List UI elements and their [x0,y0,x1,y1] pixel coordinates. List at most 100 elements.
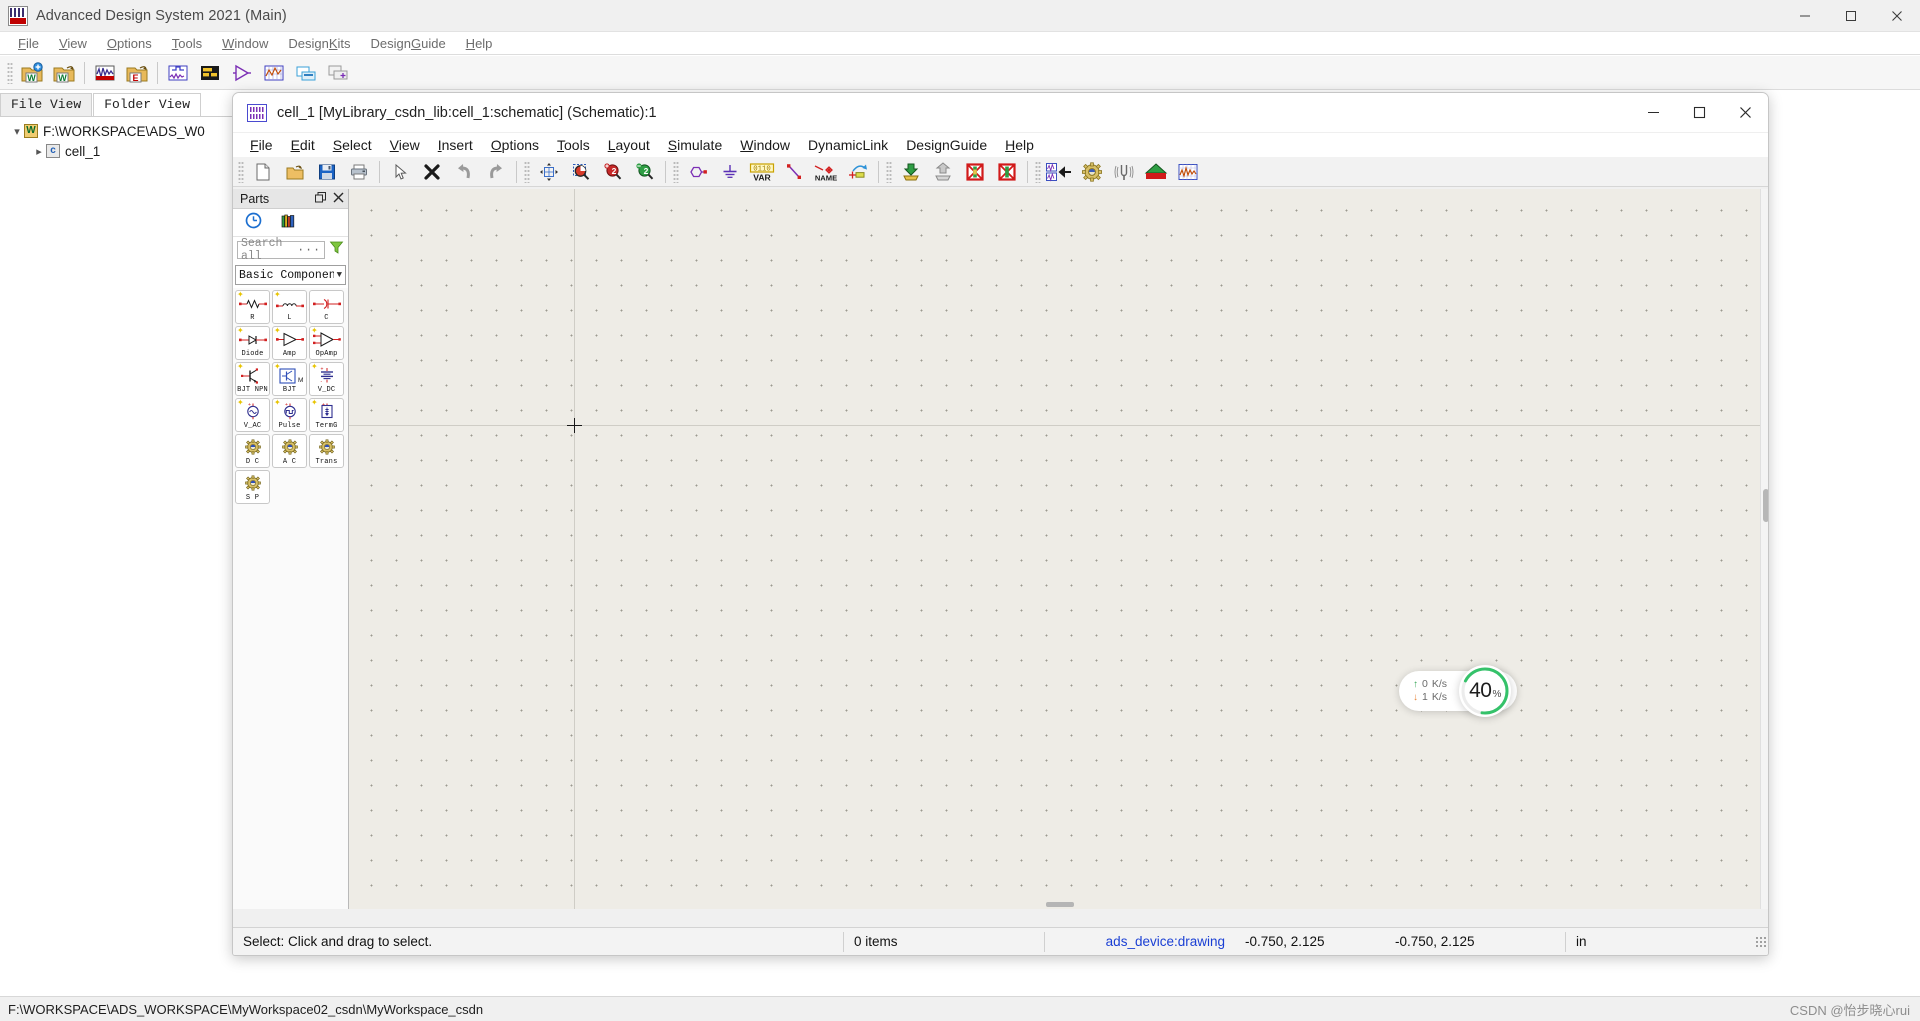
toolbar-grip[interactable] [7,61,13,84]
sch-menu-select[interactable]: Select [324,135,381,155]
tuning-button[interactable] [1109,158,1139,186]
component-category-select[interactable]: Basic Components ▼ [235,265,346,285]
toolbar-grip-1[interactable] [238,160,244,183]
open-button[interactable] [280,158,310,186]
scrollbar-thumb[interactable] [1763,489,1768,522]
tree-item-workspace[interactable]: ▾ W F:\WORKSPACE\ADS_W0 [0,121,232,141]
insert-pin-button[interactable] [843,158,873,186]
schematic-canvas[interactable] [349,189,1768,909]
library-manager-button[interactable] [291,59,321,87]
funnel-icon[interactable] [329,240,344,260]
open-design-button[interactable]: E [122,59,152,87]
part-item-BJT[interactable]: ✦ M BJT [272,362,307,396]
sch-menu-file[interactable]: File [241,135,282,155]
sch-menu-tools[interactable]: Tools [548,135,599,155]
part-item-Trans[interactable]: Trans [309,434,344,468]
toolbar-grip-2[interactable] [524,160,530,183]
part-item-R[interactable]: ✦ R [235,290,270,324]
sch-menu-simulate[interactable]: Simulate [659,135,731,155]
select-arrow-button[interactable] [385,158,415,186]
schematic-maximize-button[interactable] [1676,93,1722,133]
sch-menu-options[interactable]: Options [482,135,548,155]
new-data-display-button[interactable] [259,59,289,87]
close-panel-button[interactable] [333,192,344,206]
pop-out-hierarchy-button[interactable] [928,158,958,186]
search-input[interactable]: Search all ··· [237,237,325,263]
new-ads-ptolemy-button[interactable] [227,59,257,87]
simulate-button[interactable] [1141,158,1171,186]
menu-view[interactable]: View [49,34,97,53]
insert-component-button[interactable] [683,158,713,186]
schematic-close-button[interactable] [1722,93,1768,133]
cpu-usage-widget[interactable]: 40 % [1459,665,1511,717]
close-button[interactable] [1874,0,1920,32]
zoom-pan-button[interactable] [534,158,564,186]
zoom-area-button[interactable] [566,158,596,186]
new-schematic-button[interactable] [90,59,120,87]
part-item-L[interactable]: ✦ L [272,290,307,324]
delete-button[interactable] [417,158,447,186]
part-item-OpAmp[interactable]: ✦ OpAmp [309,326,344,360]
part-item-BJTNPN[interactable]: ✦ BJT NPN [235,362,270,396]
part-item-Pulse[interactable]: ✦ + Pulse [272,398,307,432]
chevron-right-icon[interactable]: ▸ [32,145,46,158]
sch-menu-window[interactable]: Window [731,135,799,155]
activate-button[interactable] [992,158,1022,186]
part-item-AC[interactable]: A C [272,434,307,468]
sch-menu-dynamiclink[interactable]: DynamicLink [799,135,897,155]
open-workspace-button[interactable]: W [49,59,79,87]
menu-help[interactable]: Help [456,34,503,53]
new-symbol-button[interactable] [195,59,225,87]
menu-tools[interactable]: Tools [162,34,212,53]
schematic-canvas-area[interactable] [349,189,1768,909]
sch-menu-insert[interactable]: Insert [429,135,482,155]
push-into-hierarchy-button[interactable] [896,158,926,186]
chevron-down-icon[interactable]: ▾ [10,125,24,138]
zoom-out-button[interactable]: 2 [630,158,660,186]
redo-button[interactable] [481,158,511,186]
float-panel-button[interactable] [315,191,326,206]
toolbar-grip-4[interactable] [886,160,892,183]
tab-folder-view[interactable]: Folder View [93,93,202,116]
minimize-button[interactable] [1782,0,1828,32]
data-display-button[interactable] [1173,158,1203,186]
menu-designkits[interactable]: DesignKits [278,34,360,53]
part-item-Amp[interactable]: ✦ Amp [272,326,307,360]
books-icon[interactable] [280,212,297,234]
part-item-V_AC[interactable]: ✦ + V_AC [235,398,270,432]
undo-button[interactable] [449,158,479,186]
part-item-Diode[interactable]: ✦ Diode [235,326,270,360]
insert-var-button[interactable]: 0110 VAR [747,158,777,186]
sch-menu-layout[interactable]: Layout [599,135,659,155]
insert-ground-button[interactable] [715,158,745,186]
chevron-down-icon[interactable]: ▼ [334,270,345,280]
resize-grip[interactable] [1755,935,1767,948]
insert-wire-button[interactable] [779,158,809,186]
menu-designguide[interactable]: DesignGuide [361,34,456,53]
canvas-splitter-handle[interactable] [1045,902,1074,907]
sch-menu-designguide[interactable]: DesignGuide [897,135,996,155]
new-button[interactable] [248,158,278,186]
tree-item-cell[interactable]: ▸ c cell_1 [0,141,232,161]
toolbar-grip-3[interactable] [673,160,679,183]
part-item-SP[interactable]: S P [235,470,270,504]
tab-file-view[interactable]: File View [0,93,93,116]
schematic-minimize-button[interactable] [1630,93,1676,133]
menu-options[interactable]: Options [97,34,162,53]
toolbar-grip-5[interactable] [1035,160,1041,183]
insert-wire-name-button[interactable]: NAME [811,158,841,186]
deactivate-button[interactable] [960,158,990,186]
maximize-button[interactable] [1828,0,1874,32]
generate-symbol-button[interactable] [1045,158,1075,186]
canvas-vertical-scrollbar[interactable] [1760,189,1768,909]
simulation-settings-button[interactable] [1077,158,1107,186]
menu-file[interactable]: File [8,34,49,53]
sch-menu-help[interactable]: Help [996,135,1043,155]
part-item-V_DC[interactable]: ✦ + - V_DC [309,362,344,396]
part-item-DC[interactable]: D C [235,434,270,468]
clock-icon[interactable] [245,212,262,234]
copy-design-button[interactable] [323,59,353,87]
part-item-TermG[interactable]: ✦ + TermG [309,398,344,432]
part-item-C[interactable]: C [309,290,344,324]
new-workspace-button[interactable]: W [17,59,47,87]
